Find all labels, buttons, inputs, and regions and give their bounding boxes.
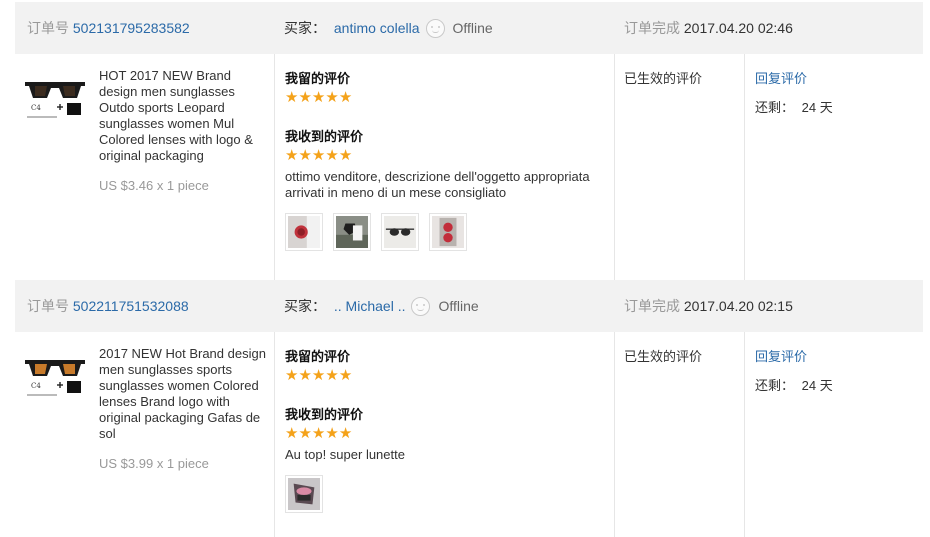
star-icon: ★ bbox=[285, 89, 299, 106]
reply-review-link[interactable]: 回复评价 bbox=[755, 68, 833, 87]
order-number-link[interactable]: 502211751532088 bbox=[73, 298, 189, 314]
completed-info: 订单完成 2017.04.20 02:46 bbox=[624, 2, 793, 54]
review-photos bbox=[285, 213, 615, 251]
review-photo[interactable] bbox=[381, 213, 419, 251]
my-review-label: 我留的评价 bbox=[285, 350, 351, 365]
review-column: 我留的评价 ★★★★★ 我收到的评价 ★★★★★ Au top! super l… bbox=[285, 346, 615, 513]
completed-time: 2017.04.20 02:46 bbox=[683, 20, 793, 36]
offline-face-icon[interactable] bbox=[411, 296, 431, 316]
buyer-label: 买家： bbox=[284, 20, 326, 36]
remaining-days: 24 天 bbox=[801, 100, 833, 115]
my-review-label: 我留的评价 bbox=[285, 72, 351, 87]
reply-column: 回复评价 还剩： 24 天 bbox=[755, 68, 833, 116]
buyer-info: 买家： antimo colella Offline bbox=[284, 2, 493, 54]
star-icon: ★ bbox=[338, 89, 353, 106]
remaining-label: 还剩： bbox=[755, 378, 795, 393]
star-icon: ★ bbox=[325, 367, 339, 384]
order-number: 订单号 502211751532088 bbox=[27, 280, 189, 332]
remaining-time: 还剩： 24 天 bbox=[755, 97, 833, 116]
product-thumbnail[interactable]: C4 bbox=[23, 70, 87, 122]
review-photo[interactable] bbox=[429, 213, 467, 251]
order-body: C4 HOT 2017 NEW Brand design men sunglas… bbox=[15, 54, 923, 280]
product-thumbnail[interactable]: C4 bbox=[23, 348, 87, 400]
review-photos bbox=[285, 475, 615, 513]
star-icon: ★ bbox=[325, 425, 339, 442]
received-review-label: 我收到的评价 bbox=[285, 130, 364, 145]
star-icon: ★ bbox=[311, 147, 326, 164]
star-icon: ★ bbox=[285, 147, 299, 164]
buyer-label: 买家： bbox=[284, 298, 326, 314]
order-header: 订单号 502211751532088 买家： .. Michael .. Off… bbox=[15, 280, 923, 332]
order-number-label: 订单号 bbox=[27, 298, 69, 314]
received-rating-stars: ★★★★★ bbox=[285, 148, 615, 164]
review-comment: ottimo venditore, descrizione dell'ogget… bbox=[285, 169, 590, 200]
star-icon: ★ bbox=[311, 367, 326, 384]
review-photo[interactable] bbox=[333, 213, 371, 251]
star-icon: ★ bbox=[298, 425, 312, 442]
reply-column: 回复评价 还剩： 24 天 bbox=[755, 346, 833, 394]
review-photo[interactable] bbox=[285, 475, 323, 513]
star-icon: ★ bbox=[338, 367, 353, 384]
order-body: C4 2017 NEW Hot Brand design men sunglas… bbox=[15, 332, 923, 537]
star-icon: ★ bbox=[325, 147, 339, 164]
buyer-info: 买家： .. Michael .. Offline bbox=[284, 280, 479, 332]
review-comment: Au top! super lunette bbox=[285, 447, 405, 462]
completed-time: 2017.04.20 02:15 bbox=[683, 298, 793, 314]
product-title-link[interactable]: 2017 NEW Hot Brand design men sunglasses… bbox=[99, 346, 271, 442]
order-header: 订单号 502131795283582 买家： antimo colella Of… bbox=[15, 2, 923, 54]
svg-text:C4: C4 bbox=[31, 104, 41, 112]
my-rating-stars: ★★★★★ bbox=[285, 90, 615, 106]
my-rating-stars: ★★★★★ bbox=[285, 368, 615, 384]
review-photo[interactable] bbox=[285, 213, 323, 251]
effective-review-status: 已生效的评价 bbox=[624, 71, 703, 86]
order-number-label: 订单号 bbox=[27, 20, 69, 36]
star-icon: ★ bbox=[298, 367, 312, 384]
order-number: 订单号 502131795283582 bbox=[27, 2, 190, 54]
order-card: 订单号 502131795283582 买家： antimo colella Of… bbox=[15, 2, 923, 280]
star-icon: ★ bbox=[311, 89, 326, 106]
buyer-status: Offline bbox=[438, 298, 479, 314]
svg-text:C4: C4 bbox=[31, 382, 41, 390]
completed-label: 订单完成 bbox=[624, 20, 680, 36]
remaining-time: 还剩： 24 天 bbox=[755, 375, 833, 394]
effective-review-status: 已生效的评价 bbox=[624, 349, 703, 364]
star-icon: ★ bbox=[338, 147, 353, 164]
completed-info: 订单完成 2017.04.20 02:15 bbox=[624, 280, 793, 332]
product-price: US $3.99 x 1 piece bbox=[99, 456, 209, 471]
review-column: 我留的评价 ★★★★★ 我收到的评价 ★★★★★ ottimo venditor… bbox=[285, 68, 615, 251]
buyer-name-link[interactable]: antimo colella bbox=[334, 20, 420, 36]
received-rating-stars: ★★★★★ bbox=[285, 426, 615, 442]
remaining-days: 24 天 bbox=[801, 378, 833, 393]
product-price: US $3.46 x 1 piece bbox=[99, 178, 209, 193]
star-icon: ★ bbox=[311, 425, 326, 442]
star-icon: ★ bbox=[298, 89, 312, 106]
offline-face-icon[interactable] bbox=[425, 18, 445, 38]
star-icon: ★ bbox=[338, 425, 353, 442]
reply-review-link[interactable]: 回复评价 bbox=[755, 346, 833, 365]
buyer-status: Offline bbox=[452, 20, 493, 36]
star-icon: ★ bbox=[285, 367, 299, 384]
received-review-label: 我收到的评价 bbox=[285, 408, 364, 423]
order-number-link[interactable]: 502131795283582 bbox=[73, 20, 190, 36]
buyer-name-link[interactable]: .. Michael .. bbox=[334, 298, 406, 314]
remaining-label: 还剩： bbox=[755, 100, 795, 115]
order-card: 订单号 502211751532088 买家： .. Michael .. Off… bbox=[15, 280, 923, 537]
star-icon: ★ bbox=[325, 89, 339, 106]
completed-label: 订单完成 bbox=[624, 298, 680, 314]
star-icon: ★ bbox=[285, 425, 299, 442]
star-icon: ★ bbox=[298, 147, 312, 164]
product-title-link[interactable]: HOT 2017 NEW Brand design men sunglasses… bbox=[99, 68, 271, 164]
